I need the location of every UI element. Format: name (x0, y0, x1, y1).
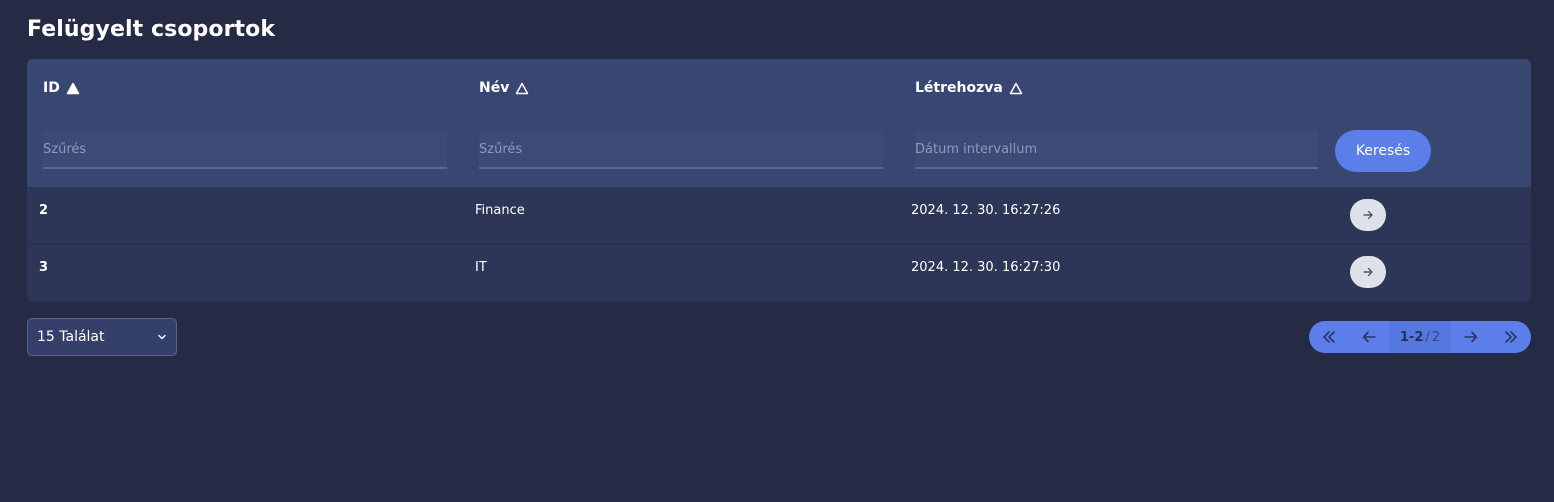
row-id: 3 (39, 260, 49, 275)
double-chevron-right-icon (1505, 331, 1517, 343)
page-separator: / (1425, 329, 1430, 345)
pagination: 1-2 / 2 (1309, 321, 1531, 353)
arrow-right-icon (1363, 267, 1373, 277)
next-page-button[interactable] (1451, 321, 1491, 353)
date-range-filter-input[interactable] (915, 131, 1318, 167)
arrow-left-icon (1362, 331, 1376, 343)
row-name: Finance (475, 203, 525, 218)
page-title: Felügyelt csoportok (27, 17, 276, 42)
column-header-name[interactable]: Név (479, 79, 529, 97)
last-page-button[interactable] (1491, 321, 1531, 353)
column-label-name: Név (479, 80, 510, 96)
sort-outline-icon (516, 82, 529, 94)
page-total: 2 (1431, 329, 1441, 345)
table-row: 2 Finance 2024. 12. 30. 16:27:26 (27, 187, 1531, 244)
id-filter-field (43, 131, 447, 169)
arrow-right-icon (1363, 210, 1373, 220)
row-created: 2024. 12. 30. 16:27:30 (911, 260, 1061, 275)
open-group-button[interactable] (1350, 199, 1386, 231)
page-range: 1-2 (1399, 329, 1424, 345)
sort-outline-icon (1009, 82, 1023, 94)
page-size-select[interactable]: 15 Találat (27, 318, 177, 356)
column-label-id: ID (43, 80, 60, 96)
column-header-created[interactable]: Létrehozva (915, 79, 1023, 97)
page-indicator: 1-2 / 2 (1389, 321, 1451, 353)
name-filter-field (479, 131, 883, 169)
chevron-down-icon (158, 334, 166, 340)
table-header: ID Név Létrehozva Keresés (27, 59, 1531, 187)
column-header-id[interactable]: ID (43, 79, 80, 97)
previous-page-button[interactable] (1349, 321, 1389, 353)
name-filter-input[interactable] (479, 131, 883, 167)
page-size-value: 15 Találat (37, 329, 105, 345)
search-button[interactable]: Keresés (1335, 130, 1431, 172)
open-group-button[interactable] (1350, 256, 1386, 288)
sort-ascending-icon (66, 82, 80, 94)
id-filter-input[interactable] (43, 131, 447, 167)
created-filter-field (915, 131, 1318, 169)
row-created: 2024. 12. 30. 16:27:26 (911, 203, 1061, 218)
first-page-button[interactable] (1309, 321, 1349, 353)
row-id: 2 (39, 203, 49, 218)
column-label-created: Létrehozva (915, 80, 1003, 96)
table-row: 3 IT 2024. 12. 30. 16:27:30 (27, 244, 1531, 301)
row-name: IT (475, 260, 487, 275)
groups-table: ID Név Létrehozva Keresés (27, 59, 1531, 302)
double-chevron-left-icon (1323, 331, 1335, 343)
arrow-right-icon (1464, 331, 1478, 343)
